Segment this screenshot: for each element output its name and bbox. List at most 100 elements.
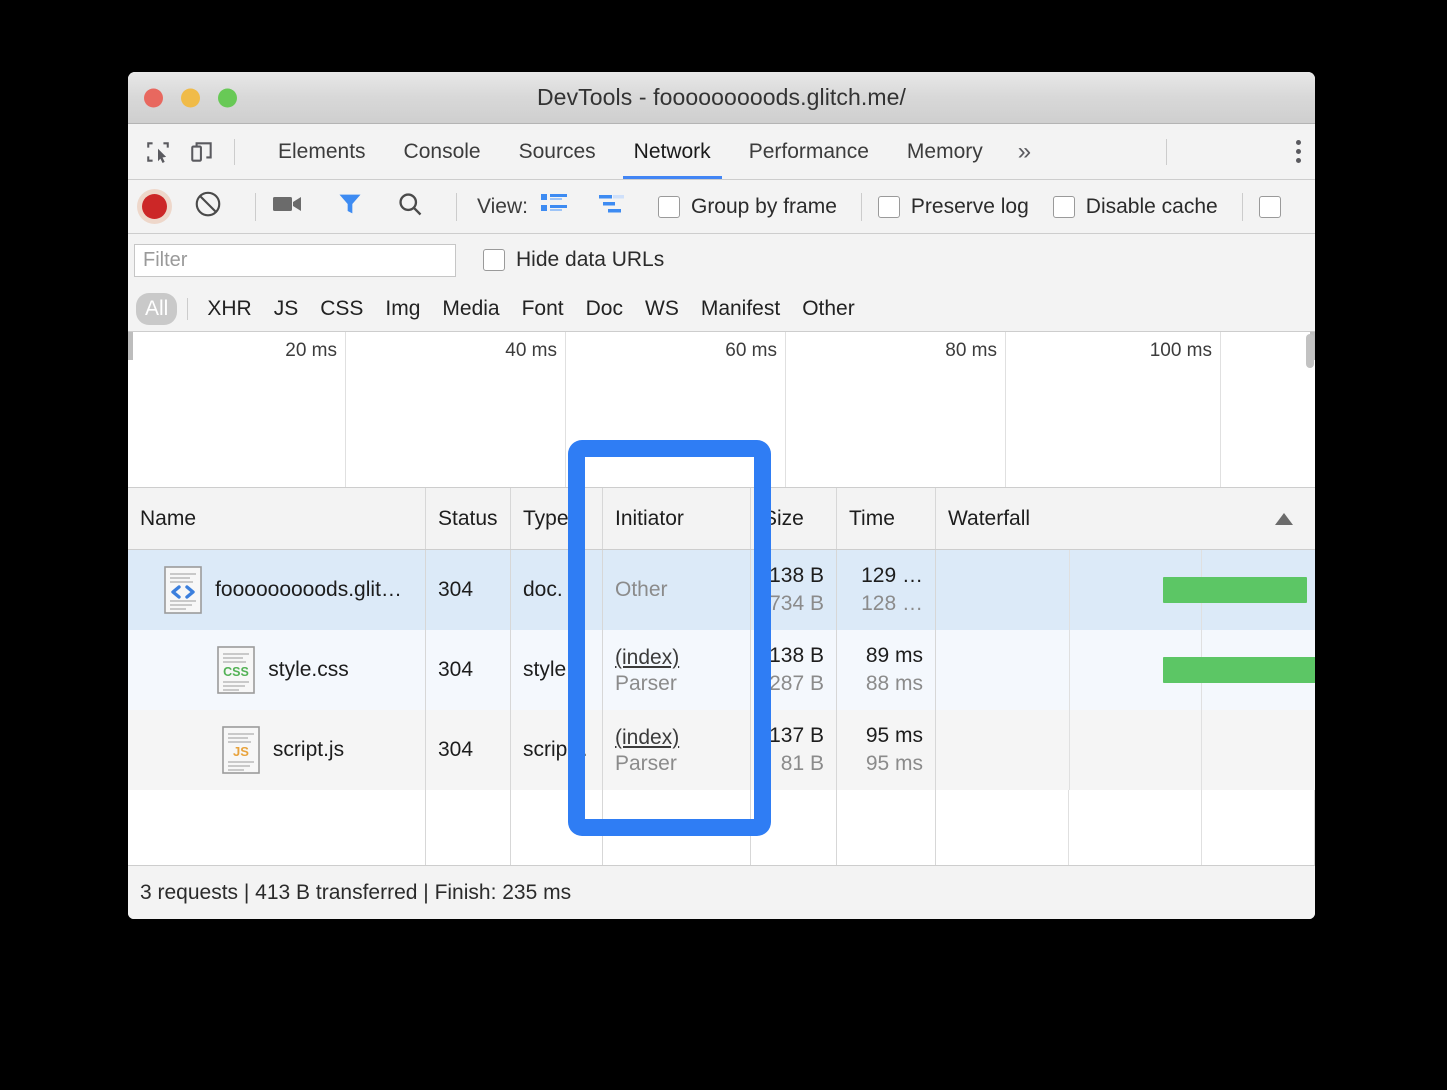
column-header-time[interactable]: Time bbox=[837, 488, 936, 549]
tab-label: Console bbox=[403, 139, 481, 163]
kebab-menu-icon[interactable] bbox=[1295, 140, 1301, 163]
tab-sources[interactable]: Sources bbox=[500, 124, 615, 179]
type-filter-manifest[interactable]: Manifest bbox=[692, 293, 789, 325]
column-header-size[interactable]: Size bbox=[751, 488, 837, 549]
cell-waterfall[interactable] bbox=[936, 710, 1315, 790]
checkbox-box[interactable] bbox=[1258, 195, 1281, 218]
more-tabs-icon[interactable]: » bbox=[1002, 138, 1047, 166]
cell-name[interactable]: CSS style.css bbox=[128, 630, 426, 710]
type-filter-font[interactable]: Font bbox=[513, 293, 573, 325]
waterfall-bar bbox=[1163, 577, 1308, 603]
tab-console[interactable]: Console bbox=[385, 124, 500, 179]
table-row[interactable]: fooooooooods.glit… 304 doc. Other 138 B … bbox=[128, 550, 1315, 630]
filter-row: Filter Hide data URLs bbox=[128, 234, 1315, 286]
type-filter-css[interactable]: CSS bbox=[311, 293, 372, 325]
type-filter-doc[interactable]: Doc bbox=[577, 293, 632, 325]
network-status-bar: 3 requests | 413 B transferred | Finish:… bbox=[128, 865, 1315, 919]
hide-data-urls-checkbox[interactable]: Hide data URLs bbox=[483, 248, 664, 272]
cell-status: 304 bbox=[426, 710, 511, 790]
inspect-element-icon[interactable] bbox=[136, 130, 180, 174]
overview-scrollbar[interactable] bbox=[1305, 332, 1315, 487]
window-traffic-lights bbox=[144, 88, 237, 107]
waterfall-overview-icon[interactable] bbox=[598, 192, 626, 221]
column-header-name[interactable]: Name bbox=[128, 488, 426, 549]
cell-type: style… bbox=[511, 630, 603, 710]
cell-time: 89 ms 88 ms bbox=[837, 630, 936, 710]
record-button-icon[interactable] bbox=[142, 194, 167, 219]
cell-waterfall[interactable] bbox=[936, 550, 1315, 630]
minimize-window-button[interactable] bbox=[181, 88, 200, 107]
filter-placeholder: Filter bbox=[143, 248, 188, 271]
offline-throttling-checkbox[interactable] bbox=[1258, 195, 1292, 218]
cell-name[interactable]: fooooooooods.glit… bbox=[128, 550, 426, 630]
status-code: 304 bbox=[438, 658, 474, 681]
type-filter-media[interactable]: Media bbox=[433, 293, 508, 325]
clear-icon[interactable] bbox=[193, 189, 223, 224]
type-filter-all[interactable]: All bbox=[136, 292, 178, 325]
overview-segment: 20 ms bbox=[128, 332, 346, 487]
javascript-file-icon: JS bbox=[221, 725, 261, 775]
type-filter-ws[interactable]: WS bbox=[636, 293, 688, 325]
overview-tick-label: 40 ms bbox=[505, 340, 557, 361]
column-header-initiator[interactable]: Initiator bbox=[603, 488, 751, 549]
tab-label: Sources bbox=[518, 139, 596, 163]
initiator-secondary: Parser bbox=[615, 752, 677, 776]
tab-memory[interactable]: Memory bbox=[888, 124, 1002, 179]
type-filter-xhr[interactable]: XHR bbox=[198, 293, 260, 325]
tab-performance[interactable]: Performance bbox=[730, 124, 888, 179]
status-summary-text: 3 requests | 413 B transferred | Finish:… bbox=[140, 880, 572, 904]
type-filter-js[interactable]: JS bbox=[265, 293, 308, 325]
grid-empty-area bbox=[128, 790, 1315, 876]
checkbox-box[interactable] bbox=[657, 195, 680, 218]
close-window-button[interactable] bbox=[144, 88, 163, 107]
table-row[interactable]: JS script.js 304 scrip… (index) Parser 1… bbox=[128, 710, 1315, 790]
size-transferred: 137 B bbox=[769, 723, 824, 747]
network-toolbar: View: Group by frame Preserve log Disabl… bbox=[128, 180, 1315, 234]
tab-label: Elements bbox=[278, 139, 366, 163]
type-filter-other[interactable]: Other bbox=[793, 293, 864, 325]
toolbar-divider bbox=[860, 192, 862, 221]
empty-cell bbox=[511, 790, 603, 876]
devtools-tab-strip: Elements Console Sources Network Perform… bbox=[128, 124, 1315, 180]
type-filter-img[interactable]: Img bbox=[376, 293, 429, 325]
initiator-link[interactable]: (index) bbox=[615, 724, 679, 752]
waterfall-gridlines bbox=[936, 710, 1315, 790]
camera-icon[interactable] bbox=[272, 191, 304, 222]
preserve-log-checkbox[interactable]: Preserve log bbox=[877, 195, 1029, 219]
time-total: 89 ms bbox=[865, 643, 923, 667]
filter-input[interactable]: Filter bbox=[134, 243, 456, 277]
checkbox-box[interactable] bbox=[1052, 195, 1075, 218]
checkbox-box[interactable] bbox=[877, 195, 900, 218]
checkbox-label: Group by frame bbox=[690, 194, 837, 218]
initiator-link[interactable]: (index) bbox=[615, 644, 679, 672]
network-overview-timeline[interactable]: 20 ms 40 ms 60 ms 80 ms 100 ms bbox=[128, 332, 1315, 488]
device-toolbar-icon[interactable] bbox=[180, 130, 224, 174]
waterfall-bar bbox=[1163, 657, 1315, 683]
checkbox-label: Disable cache bbox=[1085, 194, 1218, 218]
funnel-filter-icon[interactable] bbox=[336, 190, 364, 223]
column-header-type[interactable]: Type bbox=[511, 488, 603, 549]
column-header-status[interactable]: Status bbox=[426, 488, 511, 549]
zoom-window-button[interactable] bbox=[218, 88, 237, 107]
resource-type: scrip… bbox=[523, 738, 589, 761]
time-latency: 95 ms bbox=[865, 752, 923, 775]
time-latency: 88 ms bbox=[865, 672, 923, 695]
html-document-icon bbox=[163, 565, 203, 615]
column-header-waterfall[interactable]: Waterfall bbox=[936, 488, 1315, 549]
search-magnifier-icon[interactable] bbox=[396, 190, 424, 223]
cell-type: scrip… bbox=[511, 710, 603, 790]
cell-name[interactable]: JS script.js bbox=[128, 710, 426, 790]
checkbox-box[interactable] bbox=[483, 249, 505, 271]
tab-network[interactable]: Network bbox=[615, 124, 730, 179]
cell-status: 304 bbox=[426, 630, 511, 710]
request-name: script.js bbox=[272, 738, 345, 761]
overview-tick-label: 100 ms bbox=[1149, 340, 1212, 361]
large-request-rows-icon[interactable] bbox=[540, 192, 568, 221]
table-row[interactable]: CSS style.css 304 style… (index) Parser … bbox=[128, 630, 1315, 710]
tab-elements[interactable]: Elements bbox=[259, 124, 385, 179]
sort-ascending-icon[interactable] bbox=[1275, 512, 1293, 525]
disable-cache-checkbox[interactable]: Disable cache bbox=[1052, 194, 1218, 219]
group-by-frame-checkbox[interactable]: Group by frame bbox=[657, 194, 837, 219]
cell-waterfall[interactable] bbox=[936, 630, 1315, 710]
column-header-waterfall-label: Waterfall bbox=[948, 506, 1031, 530]
